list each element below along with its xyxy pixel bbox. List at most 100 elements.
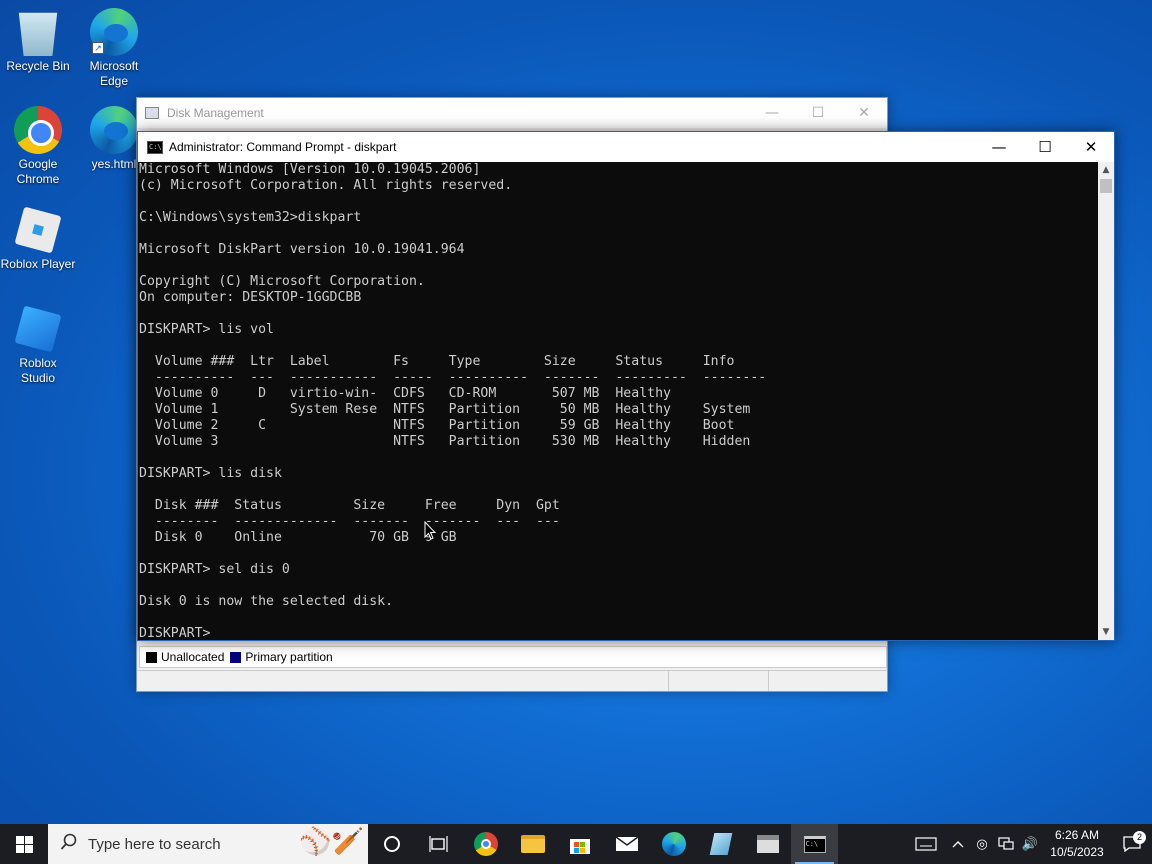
command-prompt-window[interactable]: C:\ Administrator: Command Prompt - disk…	[137, 131, 1115, 641]
close-icon: ✕	[858, 105, 870, 121]
folder-icon	[520, 835, 545, 853]
console-line: ---------- --- ----------- ----- -------…	[139, 370, 767, 385]
taskbar-mail[interactable]	[603, 824, 650, 864]
console-line: Disk ### Status Size Free Dyn Gpt	[139, 498, 560, 513]
status-bar	[137, 670, 887, 691]
minimize-icon: —	[765, 105, 779, 121]
legend-swatch	[230, 651, 242, 663]
taskbar-microsoft-store[interactable]	[556, 824, 603, 864]
console-line: Disk 0 Online 70 GB 9 GB	[139, 530, 457, 545]
desktop-icon-label: Recycle Bin	[6, 59, 70, 73]
desktop-icon-label: Roblox Studio	[19, 356, 57, 385]
maximize-icon: ☐	[1038, 138, 1052, 156]
cmd-icon: C:\	[147, 140, 163, 154]
taskbar-file-explorer[interactable]	[509, 824, 556, 864]
console-line: Volume ### Ltr Label Fs Type Size Status…	[139, 354, 735, 369]
maximize-button[interactable]: ☐	[795, 98, 841, 128]
volume-icon[interactable]: 🔊	[1018, 824, 1042, 864]
legend-primary-partition: Primary partition	[230, 650, 333, 664]
desktop-icon-roblox-studio[interactable]: Roblox Studio	[0, 305, 76, 386]
keyboard-icon[interactable]	[906, 824, 946, 864]
vertical-scrollbar[interactable]: ▲ ▼	[1098, 162, 1114, 640]
scroll-down-icon[interactable]: ▼	[1098, 624, 1114, 640]
mail-icon	[615, 836, 638, 851]
taskbar-app[interactable]	[744, 824, 791, 864]
minimize-button[interactable]: —	[976, 132, 1022, 162]
task-view-button[interactable]	[415, 824, 462, 864]
desktop-icon-roblox-player[interactable]: Roblox Player	[0, 206, 76, 272]
html-file-icon	[90, 106, 138, 154]
action-center-button[interactable]: 2	[1112, 831, 1152, 852]
taskbar-edge[interactable]	[650, 824, 697, 864]
taskbar-chrome[interactable]	[462, 824, 509, 864]
console-line: DISKPART>	[139, 626, 219, 640]
clock-date: 10/5/2023	[1050, 845, 1104, 859]
search-icon	[60, 833, 82, 855]
console-line: Volume 0 D virtio-win- CDFS CD-ROM 507 M…	[139, 386, 671, 401]
notification-count-badge: 2	[1133, 831, 1146, 844]
console-line: Copyright (C) Microsoft Corporation.	[139, 274, 425, 289]
notepad-icon	[709, 833, 732, 855]
console-line: DISKPART> lis vol	[139, 322, 274, 337]
recycle-bin-icon	[18, 12, 58, 56]
legend-label: Primary partition	[245, 650, 333, 664]
roblox-icon	[14, 206, 62, 254]
taskbar-command-prompt[interactable]: C:\	[791, 824, 838, 864]
taskbar-notepad[interactable]	[697, 824, 744, 864]
taskbar-clock[interactable]: 6:26 AM 10/5/2023	[1042, 827, 1112, 861]
search-highlight-baseball-icon: ⚾🏏	[299, 826, 364, 856]
desktop-icon-microsoft-edge[interactable]: ↗ Microsoft Edge	[76, 8, 152, 89]
system-tray: ◎ 🔊 6:26 AM 10/5/2023 2	[906, 824, 1152, 864]
window-title: Disk Management	[167, 106, 264, 120]
close-button[interactable]: ✕	[841, 98, 887, 128]
desktop-icon-label: Microsoft Edge	[89, 59, 139, 88]
cortana-button[interactable]	[368, 824, 415, 864]
scroll-thumb[interactable]	[1100, 179, 1112, 193]
maximize-button[interactable]: ☐	[1022, 132, 1068, 162]
desktop-icon-google-chrome[interactable]: Google Chrome	[0, 106, 76, 187]
console-line: DISKPART> sel dis 0	[139, 562, 290, 577]
start-button[interactable]	[0, 824, 48, 864]
cortana-icon	[383, 836, 400, 852]
scroll-up-icon[interactable]: ▲	[1098, 162, 1114, 178]
command-prompt-titlebar[interactable]: C:\ Administrator: Command Prompt - disk…	[138, 132, 1114, 162]
disk-management-icon	[145, 107, 159, 119]
minimize-icon: —	[991, 138, 1007, 156]
chevron-up-icon[interactable]	[946, 824, 970, 864]
partition-legend: Unallocated Primary partition	[139, 646, 887, 668]
network-icon[interactable]	[994, 824, 1018, 864]
task-view-icon	[428, 836, 448, 852]
webcam-icon[interactable]: ◎	[970, 824, 994, 864]
search-placeholder: Type here to search	[88, 835, 221, 853]
desktop-icon-label: Roblox Player	[0, 257, 76, 271]
console-line: -------- ------------- ------- ------- -…	[139, 514, 560, 529]
taskbar: Type here to search ⚾🏏 C:\ ◎ 🔊 6:26 AM 1…	[0, 824, 1152, 864]
desktop-icon-recycle-bin[interactable]: Recycle Bin	[0, 8, 76, 74]
close-button[interactable]: ✕	[1068, 132, 1114, 162]
minimize-button[interactable]: —	[749, 98, 795, 128]
app-box-icon	[756, 835, 779, 853]
console-line: Volume 2 C NTFS Partition 59 GB Healthy …	[139, 418, 735, 433]
disk-management-titlebar[interactable]: Disk Management — ☐ ✕	[137, 98, 887, 128]
chrome-icon	[473, 832, 498, 856]
console-line: DISKPART> lis disk	[139, 466, 282, 481]
console-line: Volume 1 System Rese NTFS Partition 50 M…	[139, 402, 751, 417]
console-line: Microsoft DiskPart version 10.0.19041.96…	[139, 242, 465, 257]
console-line: Disk 0 is now the selected disk.	[139, 594, 394, 609]
taskbar-search-box[interactable]: Type here to search ⚾🏏	[48, 824, 368, 864]
console-line: (c) Microsoft Corporation. All rights re…	[139, 178, 513, 193]
console-output[interactable]: Microsoft Windows [Version 10.0.19045.20…	[138, 162, 1100, 640]
window-title: Administrator: Command Prompt - diskpart	[169, 140, 397, 154]
console-line: C:\Windows\system32>diskpart	[139, 210, 362, 225]
windows-logo-icon	[15, 835, 33, 853]
